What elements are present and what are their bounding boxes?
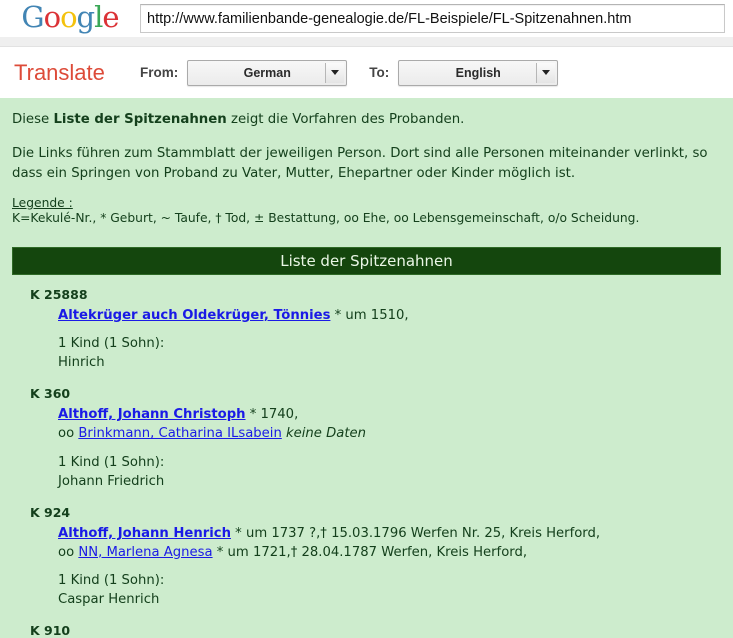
- google-translate-frame: Google http://www.familienbande-genealog…: [0, 0, 733, 98]
- ancestor-entry: K 360 Althoff, Johann Christoph * 1740, oo…: [12, 386, 721, 491]
- intro-1-prefix: Diese: [12, 112, 54, 127]
- from-label: From:: [140, 65, 179, 80]
- intro-paragraph-1: Diese Liste der Spitzenahnen zeigt die V…: [12, 110, 721, 130]
- logo-letter-o1: o: [43, 0, 61, 34]
- ancestor-entry-list: K 25888 Altekrüger auch Oldekrüger, Tönni…: [12, 275, 721, 638]
- section-heading-bar: Liste der Spitzenahnen: [12, 246, 721, 275]
- section-heading-text: Liste der Spitzenahnen: [280, 251, 453, 270]
- spouse-line: oo Brinkmann, Catharina ILsabein keine D…: [58, 424, 721, 443]
- logo-letter-e: e: [102, 0, 119, 34]
- children-names: Caspar Henrich: [58, 592, 160, 608]
- children-block: 1 Kind (1 Sohn): Johann Friedrich: [58, 453, 721, 491]
- person-dates: * um 1737 ?,† 15.03.1796 Werfen Nr. 25, …: [230, 525, 601, 541]
- genealogy-page: Diese Liste der Spitzenahnen zeigt die V…: [0, 98, 733, 638]
- spouse-link[interactable]: NN, Marlena Agnesa: [78, 545, 212, 560]
- google-logo: Google: [0, 0, 140, 35]
- spouse-dates: keine Daten: [281, 426, 366, 442]
- children-block: 1 Kind (1 Sohn): Hinrich: [58, 334, 721, 372]
- logo-letter-g2: g: [76, 0, 96, 34]
- url-input[interactable]: http://www.familienbande-genealogie.de/F…: [140, 4, 725, 33]
- logo-letter-g1: G: [21, 0, 44, 34]
- source-language-select[interactable]: German: [187, 59, 348, 86]
- children-count: 1 Kind (1 Sohn):: [58, 335, 165, 351]
- person-dates: * 1740,: [245, 407, 299, 423]
- intro-1-bold: Liste der Spitzenahnen: [53, 112, 227, 127]
- logo-letter-o2: o: [60, 0, 77, 34]
- person-link[interactable]: Althoff, Johann Christoph: [58, 407, 246, 422]
- person-line: Althoff, Johann Henrich * um 1737 ?,† 15…: [58, 524, 721, 543]
- spouse-dates: * um 1721,† 28.04.1787 Werfen, Kreis Her…: [212, 544, 528, 560]
- marriage-symbol: oo: [58, 426, 79, 442]
- source-language-value: German: [243, 65, 291, 80]
- children-count: 1 Kind (1 Sohn):: [58, 573, 165, 589]
- translate-toolbar: Translate From: German To: English: [0, 47, 733, 98]
- spouse-link[interactable]: Brinkmann, Catharina ILsabein: [78, 426, 281, 441]
- person-line: Altekrüger auch Oldekrüger, Tönnies * um…: [58, 306, 721, 325]
- target-language-select[interactable]: English: [398, 59, 559, 86]
- kekule-number: K 910: [30, 623, 71, 638]
- url-bar-row: Google http://www.familienbande-genealog…: [0, 0, 733, 37]
- chevron-down-icon[interactable]: [536, 62, 556, 83]
- intro-1-suffix: zeigt die Vorfahren des Probanden.: [226, 112, 465, 127]
- ancestor-entry: K 910: [12, 623, 721, 638]
- children-names: Johann Friedrich: [58, 473, 165, 489]
- person-dates: * um 1510,: [330, 307, 409, 323]
- person-link[interactable]: Althoff, Johann Henrich: [58, 526, 231, 541]
- translate-title: Translate: [14, 59, 105, 85]
- legend-line: K=Kekulé-Nr., * Geburt, ~ Taufe, † Tod, …: [12, 210, 640, 225]
- entry-body: Althoff, Johann Christoph * 1740, oo Brin…: [58, 405, 721, 491]
- children-count: 1 Kind (1 Sohn):: [58, 454, 165, 470]
- chevron-down-icon[interactable]: [325, 62, 345, 83]
- kekule-number: K 25888: [30, 286, 88, 302]
- url-text: http://www.familienbande-genealogie.de/F…: [147, 10, 632, 27]
- marriage-symbol: oo: [58, 544, 79, 560]
- to-label: To:: [369, 65, 390, 80]
- target-language-value: English: [455, 65, 501, 80]
- legend-title: Legende :: [12, 195, 73, 210]
- person-line: Althoff, Johann Christoph * 1740,: [58, 405, 721, 424]
- kekule-number: K 924: [30, 504, 71, 520]
- person-link[interactable]: Altekrüger auch Oldekrüger, Tönnies: [58, 308, 330, 323]
- entry-body: Altekrüger auch Oldekrüger, Tönnies * um…: [58, 306, 721, 372]
- toolbar-divider: [0, 37, 733, 47]
- kekule-number: K 360: [30, 386, 71, 402]
- ancestor-entry: K 25888 Altekrüger auch Oldekrüger, Tönni…: [12, 287, 721, 372]
- entry-body: Althoff, Johann Henrich * um 1737 ?,† 15…: [58, 524, 721, 610]
- children-names: Hinrich: [58, 355, 105, 371]
- children-block: 1 Kind (1 Sohn): Caspar Henrich: [58, 571, 721, 609]
- intro-paragraph-2: Die Links führen zum Stammblatt der jewe…: [12, 145, 708, 181]
- spouse-line: oo NN, Marlena Agnesa * um 1721,† 28.04.…: [58, 543, 721, 562]
